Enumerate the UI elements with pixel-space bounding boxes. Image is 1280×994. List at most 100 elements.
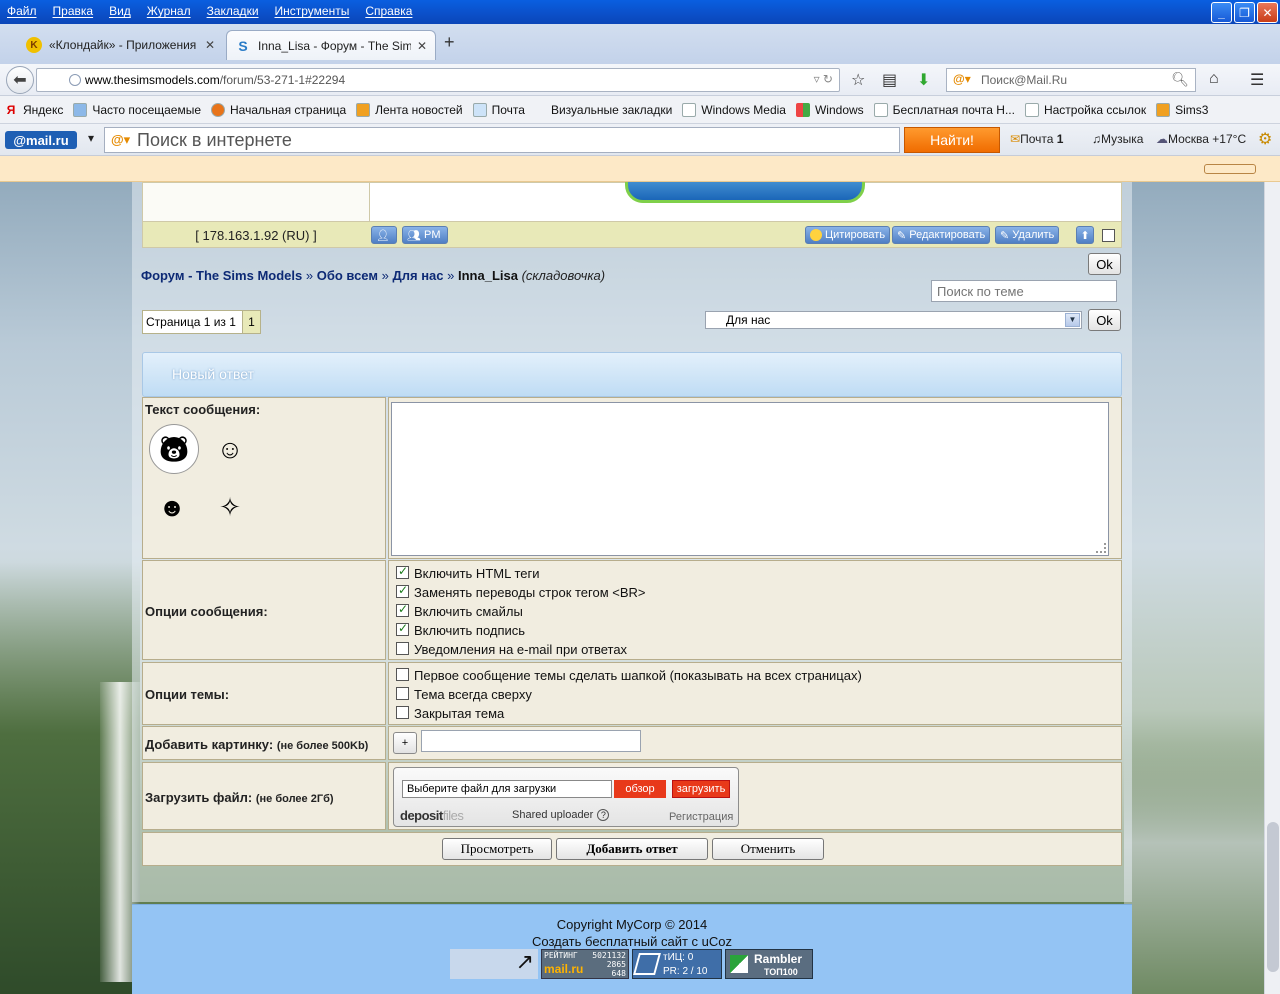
search-engine-icon[interactable]: @▾ — [953, 72, 971, 86]
star-icon[interactable]: ☆ — [851, 70, 865, 90]
bookmark-label: Sims3 — [1175, 102, 1209, 117]
mailru-logo[interactable]: @mail.ru — [5, 131, 77, 149]
topic-search-ok-button[interactable]: Ok — [1088, 253, 1121, 275]
delete-button[interactable]: ✎ Удалить — [995, 226, 1060, 244]
menu-help[interactable]: Справка — [360, 1, 417, 21]
scroll-top-button[interactable]: ⬆ — [1076, 226, 1094, 244]
breadcrumb-section-link[interactable]: Обо всем — [317, 268, 378, 283]
menu-view[interactable]: Вид — [104, 1, 136, 21]
rambler-top100-counter[interactable]: Rambler ТОП100 — [725, 949, 813, 979]
bookmark-start-page[interactable]: Начальная страница — [211, 102, 346, 117]
email-notify-checkbox[interactable] — [396, 642, 409, 655]
bookmark-news-feed[interactable]: Лента новостей — [356, 102, 463, 117]
bookmark-windows[interactable]: Windows — [795, 102, 864, 117]
menu-icon[interactable]: ☰ — [1250, 70, 1264, 90]
maximize-button[interactable]: ❐ — [1234, 2, 1255, 23]
resize-grip-icon[interactable] — [1096, 543, 1106, 553]
menu-edit[interactable]: Правка — [48, 1, 99, 21]
scrollbar-thumb[interactable] — [1267, 822, 1279, 972]
submit-reply-button[interactable]: Добавить ответ — [556, 838, 708, 860]
edit-button[interactable]: ✎ Редактировать — [892, 226, 991, 244]
message-textarea[interactable] — [391, 402, 1109, 556]
mailru-search-input[interactable]: @▾ Поиск в интернете — [104, 127, 900, 153]
file-path-input[interactable]: Выберите файл для загрузки — [402, 780, 612, 798]
firefox-icon — [211, 102, 226, 117]
topic-options-label-cell: Опции темы: — [142, 662, 386, 725]
upload-button[interactable]: загрузить — [672, 780, 730, 798]
add-image-label-text: Добавить картинку: — [145, 737, 274, 752]
breadcrumb-subsection-link[interactable]: Для нас — [392, 268, 443, 283]
preview-button[interactable]: Просмотреть — [442, 838, 552, 860]
menu-file[interactable]: Файл — [2, 1, 42, 21]
find-button[interactable]: Найти! — [904, 127, 1000, 153]
bookmark-link-settings[interactable]: Настройка ссылок — [1024, 102, 1146, 117]
signature-checkbox[interactable] — [396, 621, 409, 636]
page-viewport: [ 178.163.1.92 (RU) ] 👤︎ 👥︎ PM Цитироват… — [0, 182, 1264, 994]
bookmark-free-mail[interactable]: Бесплатная почта Н... — [873, 102, 1015, 117]
help-icon[interactable]: ? — [597, 809, 610, 821]
add-image-button[interactable]: + — [393, 732, 417, 754]
tab-klondike[interactable]: K «Клондайк» - Приложения - ... ✕ — [18, 30, 223, 60]
search-bar[interactable]: @▾ Поиск@Mail.Ru 🔍︎ — [946, 68, 1196, 92]
quote-button[interactable]: Цитировать — [805, 226, 891, 244]
search-icon[interactable]: 🔍︎ — [1171, 71, 1189, 88]
reload-icon[interactable]: ▿ ↻ — [814, 72, 833, 86]
pm-button[interactable]: 👥︎ PM — [402, 226, 448, 244]
bookmark-visual[interactable]: Визуальные закладки — [551, 103, 672, 117]
close-tab-icon[interactable]: ✕ — [205, 38, 215, 52]
forum-jump-select[interactable]: Для нас ▼ — [705, 311, 1082, 329]
home-icon[interactable]: ⌂ — [1209, 70, 1219, 88]
bookmark-sims3[interactable]: Sims3 — [1156, 102, 1209, 117]
smileys-checkbox[interactable] — [396, 602, 409, 617]
mailru-mail-link[interactable]: ✉Почта 1 — [1010, 132, 1063, 146]
topic-search-input[interactable] — [931, 280, 1117, 302]
bookmark-mail[interactable]: Почта — [472, 102, 525, 117]
bookmark-windows-media[interactable]: Windows Media — [682, 102, 786, 117]
new-tab-button[interactable]: + — [444, 32, 455, 53]
minimize-button[interactable]: _ — [1211, 2, 1232, 23]
tab-inna-lisa[interactable]: S Inna_Lisa - Форум - The Sims ... ✕ — [226, 30, 436, 60]
menu-history[interactable]: Журнал — [142, 1, 196, 21]
close-window-button[interactable]: ✕ — [1257, 2, 1278, 23]
counter-blank[interactable]: ↗ — [450, 949, 538, 979]
sticky-topic-checkbox[interactable] — [396, 687, 409, 700]
chevron-down-icon[interactable]: ▼ — [1065, 313, 1080, 327]
bookmark-yandex[interactable]: Я Яндекс — [4, 103, 64, 117]
post-select-checkbox[interactable] — [1102, 229, 1115, 242]
mailru-rating-counter[interactable]: РЕЙТИНГ 5021132 2865 648 mail.ru — [541, 949, 629, 979]
line-breaks-checkbox[interactable] — [396, 583, 409, 598]
address-bar[interactable]: www.thesimsmodels.com/forum/53-271-1#222… — [36, 68, 840, 92]
bookmarks-list-icon[interactable]: ▤ — [882, 70, 897, 90]
smiley-star-icon[interactable]: ✧ — [205, 482, 255, 532]
page-number-current[interactable]: 1 — [241, 311, 260, 333]
mailru-weather[interactable]: ☁Москва +17°C — [1156, 132, 1246, 146]
resize-handle[interactable] — [1204, 164, 1256, 174]
page-scrollbar[interactable] — [1264, 182, 1280, 994]
breadcrumb-topic-note: (складовочка) — [521, 268, 606, 283]
search-engine-icon[interactable]: @▾ — [111, 132, 130, 148]
mailru-music-link[interactable]: ♫Музыка — [1092, 132, 1143, 146]
smiley-blush-icon[interactable]: ☻ — [147, 482, 197, 532]
bookmark-frequent[interactable]: Часто посещаемые — [73, 102, 201, 117]
download-icon[interactable]: ⬇ — [917, 70, 930, 90]
settings-gear-icon[interactable]: ⚙ — [1258, 129, 1272, 149]
pin-first-post-checkbox[interactable] — [396, 668, 409, 681]
mailru-dropdown-icon[interactable]: ▾ — [88, 131, 94, 145]
register-link[interactable]: Регистрация — [669, 811, 733, 823]
image-url-input[interactable] — [421, 730, 641, 752]
back-button[interactable]: ⬅ — [6, 66, 34, 94]
browse-button[interactable]: обзор — [614, 780, 666, 798]
html-tags-checkbox[interactable] — [396, 564, 409, 579]
close-tab-icon[interactable]: ✕ — [417, 39, 427, 53]
cancel-button[interactable]: Отменить — [712, 838, 824, 860]
breadcrumb-forum-link[interactable]: Форум - The Sims Models — [141, 268, 302, 283]
ucoz-link[interactable]: Создать бесплатный сайт с uCoz — [132, 934, 1132, 949]
profile-button[interactable]: 👤︎ — [371, 226, 397, 244]
smiley-laugh-icon[interactable]: ☺ — [205, 424, 255, 474]
menu-bookmarks[interactable]: Закладки — [202, 1, 264, 21]
smiley-bear-icon[interactable]: 🐻︎ — [149, 424, 199, 474]
forum-jump-ok-button[interactable]: Ok — [1088, 309, 1121, 331]
closed-topic-checkbox[interactable] — [396, 706, 409, 719]
menu-tools[interactable]: Инструменты — [270, 1, 355, 21]
tic-pr-counter[interactable]: тИЦ: 0 PR: 2 / 10 — [632, 949, 722, 979]
